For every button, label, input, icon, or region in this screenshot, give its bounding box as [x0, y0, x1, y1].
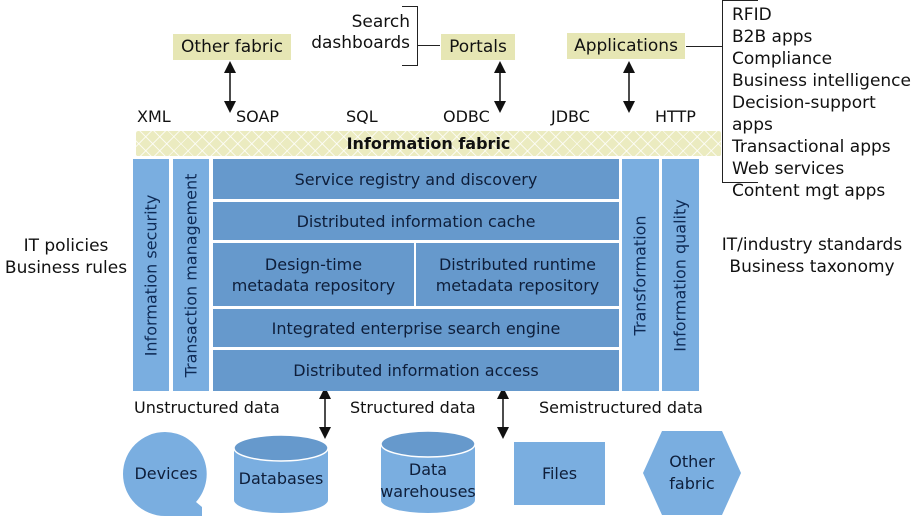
fabric-line: fabric [669, 474, 715, 493]
devices-label: Devices [134, 464, 198, 483]
data-line: Data [408, 460, 448, 479]
data-warehouses-label: Data warehouses [374, 459, 482, 503]
warehouses-cylinder-top [380, 430, 476, 458]
other-fabric-source-label: Other fabric [643, 451, 741, 495]
databases-label: Databases [238, 469, 324, 488]
databases-cylinder-top [233, 434, 329, 462]
sources-shapes [123, 430, 741, 516]
files-label: Files [541, 464, 578, 483]
warehouses-line: warehouses [380, 482, 476, 501]
other-line: Other [669, 452, 715, 471]
